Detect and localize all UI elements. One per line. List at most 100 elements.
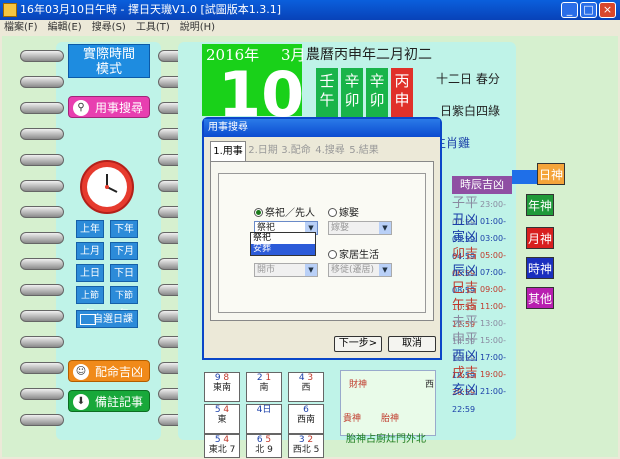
palace-numbers: 6 5 bbox=[247, 435, 281, 445]
next-month-button[interactable]: 下月 bbox=[110, 242, 138, 260]
palace-number-b: 4 bbox=[220, 435, 230, 445]
marriage-select[interactable]: 嫁娶 ▼ bbox=[328, 221, 392, 235]
palace-cell: 6 5北 9 bbox=[246, 434, 282, 458]
palace-direction: 東 bbox=[217, 415, 227, 425]
palace-numbers: 9 8 bbox=[205, 373, 239, 383]
home-select[interactable]: 移徙(遷居) ▼ bbox=[328, 263, 392, 277]
binder-ring bbox=[20, 362, 64, 374]
palace-cell: 6 西南 bbox=[288, 404, 324, 434]
notes-button[interactable]: ⬇ 備註記事 bbox=[68, 390, 150, 412]
hour-name: 丑凶 bbox=[452, 213, 479, 228]
search-event-button[interactable]: ⚲ 用事搜尋 bbox=[68, 96, 150, 118]
option-home-radio[interactable]: 家居生活 bbox=[328, 249, 379, 263]
option-marriage-radio[interactable]: 嫁娶 bbox=[328, 207, 359, 221]
hour-row: 未平 13:00-14:59 bbox=[452, 314, 512, 346]
selection-strip bbox=[512, 170, 538, 184]
prev-day-button[interactable]: 上日 bbox=[76, 264, 104, 282]
dropdown-item-burial[interactable]: 安葬 bbox=[251, 244, 315, 255]
worship-dropdown-list: 祭祀 安葬 bbox=[250, 232, 316, 256]
menu-help[interactable]: 說明(H) bbox=[180, 20, 215, 36]
hour-row: 卯吉 05:00-06:59 bbox=[452, 246, 512, 278]
calendar-grid-icon bbox=[80, 314, 96, 325]
match-fate-button[interactable]: ☺ 配命吉凶 bbox=[68, 360, 150, 382]
clock-hands-icon bbox=[105, 174, 118, 193]
palace-number-b: 1 bbox=[262, 373, 272, 383]
god-button[interactable]: 時神 bbox=[526, 257, 554, 279]
realtime-line1: 實際時間 bbox=[82, 47, 135, 62]
maximize-button[interactable]: □ bbox=[580, 2, 597, 18]
chevron-down-icon: ▼ bbox=[379, 222, 391, 234]
prev-month-button[interactable]: 上月 bbox=[76, 242, 104, 260]
menu-search[interactable]: 搜尋(S) bbox=[92, 20, 126, 36]
hour-row: 辰凶 07:00-08:59 bbox=[452, 263, 512, 295]
tab-search[interactable]: 4.搜尋 bbox=[314, 141, 346, 161]
tab-result[interactable]: 5.結果 bbox=[348, 141, 380, 161]
chevron-down-icon: ▼ bbox=[379, 264, 391, 276]
dropdown-item-worship[interactable]: 祭祀 bbox=[251, 233, 315, 244]
binder-ring bbox=[20, 50, 64, 62]
palace-number-b: 3 bbox=[304, 373, 314, 383]
binder-ring bbox=[20, 414, 64, 426]
minimize-button[interactable]: _ bbox=[561, 2, 578, 18]
next-day-button[interactable]: 下日 bbox=[110, 264, 138, 282]
realtime-mode-button[interactable]: 實際時間 模式 bbox=[68, 44, 150, 78]
palace-numbers: 4 3 bbox=[289, 373, 323, 383]
radio-icon bbox=[328, 250, 337, 259]
binder-ring bbox=[20, 206, 64, 218]
tab-event[interactable]: 1.用事 bbox=[210, 141, 246, 161]
tab-fate[interactable]: 3.配命 bbox=[280, 141, 312, 161]
dialog-title: 用事搜尋 bbox=[204, 119, 440, 137]
cancel-button[interactable]: 取消 bbox=[388, 336, 436, 352]
next-step-button[interactable]: 下一步> bbox=[334, 336, 382, 352]
god-button[interactable]: 日神 bbox=[537, 163, 565, 185]
custom-calendar-button[interactable]: 自選日課 bbox=[76, 310, 138, 328]
menu-edit[interactable]: 編輯(E) bbox=[48, 20, 82, 36]
palace-number-b: 4 bbox=[220, 405, 230, 415]
binder-ring bbox=[20, 258, 64, 270]
solar-term: 十二日 春分 bbox=[436, 72, 500, 86]
search-event-label: 用事搜尋 bbox=[95, 101, 144, 115]
tab-date[interactable]: 2.日期 bbox=[248, 141, 278, 161]
hour-name: 亥凶 bbox=[452, 383, 479, 398]
flying-star: 日紫白四綠 bbox=[440, 104, 501, 118]
palace-number-b: 2 bbox=[304, 435, 314, 445]
hour-row: 子平 23:00-00:59 bbox=[452, 195, 512, 227]
prev-term-button[interactable]: 上節氣 bbox=[76, 286, 104, 319]
prev-year-button[interactable]: 上年 bbox=[76, 220, 104, 238]
hour-row: 巳吉 09:00-10:59 bbox=[452, 280, 512, 312]
next-term-button[interactable]: 下節氣 bbox=[110, 286, 138, 319]
download-icon: ⬇ bbox=[73, 394, 89, 410]
business-select[interactable]: 開市 ▼ bbox=[254, 263, 318, 277]
god-button[interactable]: 年神 bbox=[526, 194, 554, 216]
ganzhi-hour-top: 壬 bbox=[319, 72, 335, 90]
menu-tools[interactable]: 工具(T) bbox=[136, 20, 170, 36]
option-worship-radio[interactable]: 祭祀／先人 bbox=[254, 207, 315, 221]
event-search-dialog: 用事搜尋 1.用事 2.日期 3.配命 4.搜尋 5.結果 祭祀／先人 祭祀 ▼ … bbox=[202, 117, 442, 360]
palace-numbers: 5 4 bbox=[205, 405, 239, 415]
hour-row: 亥凶 21:00-22:59 bbox=[452, 382, 512, 414]
god-button[interactable]: 其他 bbox=[526, 287, 554, 309]
close-button[interactable]: × bbox=[599, 2, 616, 18]
palace-number-b: 8 bbox=[220, 373, 230, 383]
notes-label: 備註記事 bbox=[95, 395, 144, 409]
palace-cell: 5 4東 bbox=[204, 404, 240, 434]
app-icon bbox=[3, 3, 17, 17]
business-select-value: 開市 bbox=[257, 265, 276, 275]
palace-direction: 東北 7 bbox=[208, 445, 236, 455]
ganzhi-year-top: 丙 bbox=[394, 72, 410, 90]
hour-row: 酉凶 17:00-18:59 bbox=[452, 348, 512, 380]
option-home-label: 家居生活 bbox=[339, 250, 379, 261]
menu-file[interactable]: 檔案(F) bbox=[4, 20, 38, 36]
god-button[interactable]: 月神 bbox=[526, 227, 554, 249]
custom-calendar-label: 自選日課 bbox=[93, 314, 133, 325]
palace-cell: 4日 bbox=[246, 404, 282, 434]
chart-label-noble: 貴神 bbox=[343, 414, 362, 424]
palace-numbers: 4日 bbox=[247, 405, 281, 415]
hour-row: 丑凶 01:00-02:59 bbox=[452, 212, 512, 244]
ganzhi-day-bottom: 卯 bbox=[344, 91, 360, 109]
binder-ring bbox=[20, 102, 64, 114]
next-year-button[interactable]: 下年 bbox=[110, 220, 138, 238]
palace-direction: 東南 bbox=[212, 383, 231, 393]
ganzhi-month-top: 辛 bbox=[369, 72, 385, 90]
direction-chart: 財神 西 貴神 胎神 bbox=[340, 370, 436, 436]
